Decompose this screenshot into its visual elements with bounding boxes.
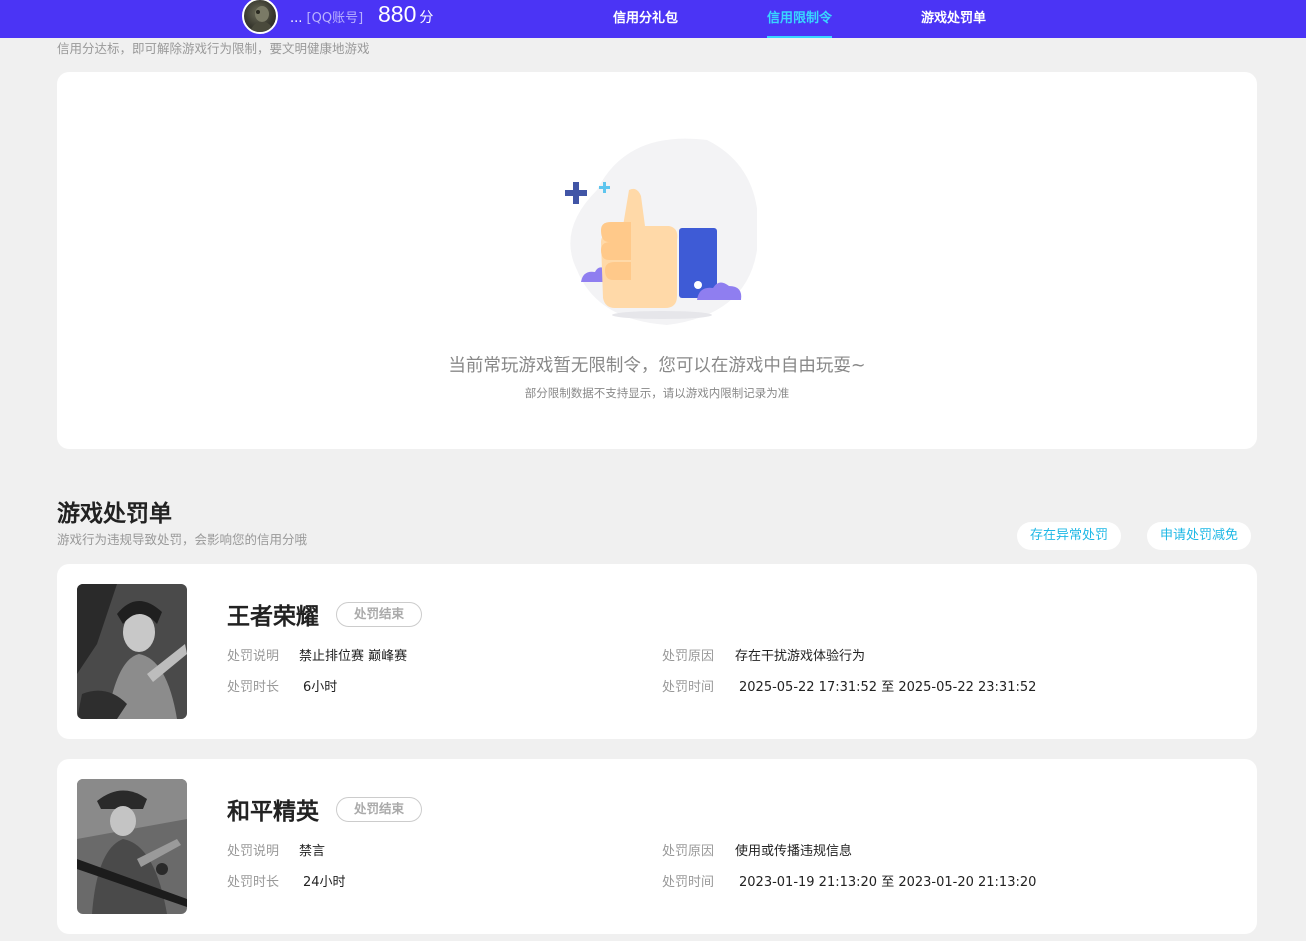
game-name: 和平精英	[227, 799, 319, 825]
penalty-reason-value: 使用或传播违规信息	[735, 844, 853, 859]
penalty-time-value: 2023-01-19 21:13:20 至 2023-01-20 21:13:2…	[739, 875, 1037, 890]
penalty-time-label: 处罚时间	[662, 680, 715, 695]
penalty-card: 王者荣耀 处罚结束 处罚说明 禁止排位赛 巅峰赛 处罚时长 6小时 处罚原因 存…	[57, 564, 1257, 739]
status-badge: 处罚结束	[336, 602, 422, 627]
status-badge: 处罚结束	[336, 797, 422, 822]
penalty-reason-label: 处罚原因	[662, 844, 715, 859]
penalty-reduction-button[interactable]: 申请处罚减免	[1147, 522, 1252, 550]
penalty-desc-value: 禁止排位赛 巅峰赛	[299, 649, 408, 664]
penalty-reason-value: 存在干扰游戏体验行为	[735, 649, 866, 664]
penalty-desc-value: 禁言	[299, 844, 326, 859]
penalty-time-label: 处罚时间	[662, 875, 715, 890]
empty-title: 当前常玩游戏暂无限制令，您可以在游戏中自由玩耍~	[448, 356, 866, 376]
tab-credit-gift[interactable]: 信用分礼包	[613, 7, 678, 38]
account-name: ... [QQ账号]	[290, 11, 364, 26]
penalty-duration-label: 处罚时长	[227, 680, 280, 695]
penalty-time-value: 2025-05-22 17:31:52 至 2025-05-22 23:31:5…	[739, 680, 1037, 695]
game-thumbnail	[77, 779, 187, 914]
abnormal-penalty-button[interactable]: 存在异常处罚	[1017, 522, 1122, 550]
penalty-duration-value: 24小时	[303, 875, 346, 890]
avatar[interactable]	[242, 0, 278, 34]
thumbs-up-icon	[557, 130, 759, 330]
penalty-reason-label: 处罚原因	[662, 649, 715, 664]
credit-score: 880 分	[378, 1, 434, 27]
restriction-card: 当前常玩游戏暂无限制令，您可以在游戏中自由玩耍~ 部分限制数据不支持显示，请以游…	[57, 72, 1257, 449]
penalty-duration-value: 6小时	[303, 680, 338, 695]
top-bar: ... [QQ账号] 880 分 信用分礼包 信用限制令 游戏处罚单	[0, 0, 1306, 38]
tab-game-penalty[interactable]: 游戏处罚单	[921, 7, 986, 38]
penalty-desc-label: 处罚说明	[227, 649, 280, 664]
penalty-section-title: 游戏处罚单	[57, 501, 172, 527]
penalty-desc-label: 处罚说明	[227, 844, 280, 859]
account-type: [QQ账号]	[306, 11, 364, 26]
penalty-section-subtitle: 游戏行为违规导致处罚，会影响您的信用分哦	[57, 532, 308, 547]
tab-credit-restriction[interactable]: 信用限制令	[767, 7, 833, 38]
empty-subtitle: 部分限制数据不支持显示，请以游戏内限制记录为准	[524, 386, 790, 400]
game-name: 王者荣耀	[227, 604, 319, 630]
game-thumbnail	[77, 584, 187, 719]
penalty-card: 和平精英 处罚结束 处罚说明 禁言 处罚时长 24小时 处罚原因 使用或传播违规…	[57, 759, 1257, 934]
restriction-note: 信用分达标，即可解除游戏行为限制，要文明健康地游戏	[57, 41, 370, 56]
penalty-duration-label: 处罚时长	[227, 875, 280, 890]
